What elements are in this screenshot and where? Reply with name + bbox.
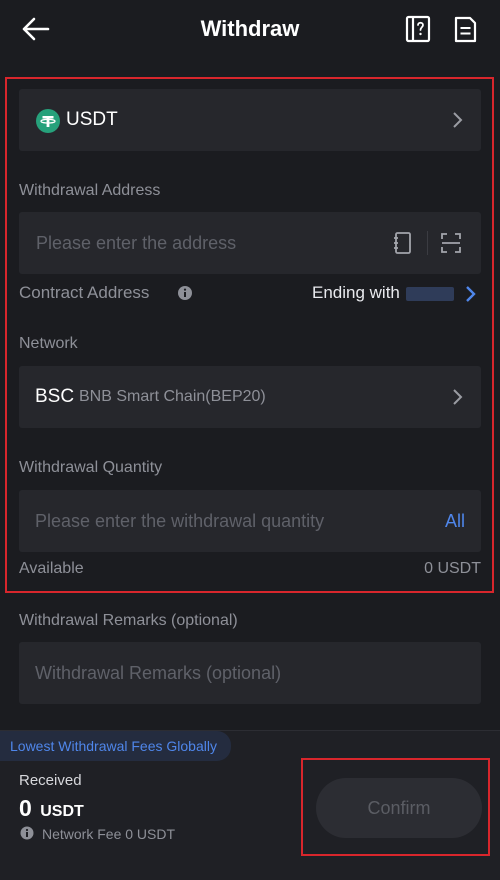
redacted-address <box>406 286 455 301</box>
network-name: BNB Smart Chain(BEP20) <box>79 388 266 405</box>
available-value: 0 USDT <box>424 560 481 577</box>
network-code: BSC <box>35 386 75 407</box>
info-icon[interactable] <box>177 285 193 301</box>
quantity-placeholder: Please enter the withdrawal quantity <box>35 511 325 531</box>
address-label: Withdrawal Address <box>19 182 161 199</box>
highlight-frame: Confirm <box>301 758 490 856</box>
received-unit: USDT <box>40 803 84 820</box>
received-label: Received <box>19 772 82 789</box>
address-placeholder: Please enter the address <box>36 233 237 253</box>
contract-ending-text: Ending with <box>312 283 400 302</box>
quantity-label: Withdrawal Quantity <box>19 459 163 476</box>
remarks-label: Withdrawal Remarks (optional) <box>19 612 238 629</box>
quantity-input[interactable]: Please enter the withdrawal quantity All <box>19 490 481 552</box>
scan-icon[interactable] <box>440 231 462 255</box>
remarks-input[interactable]: Withdrawal Remarks (optional) <box>19 642 481 704</box>
coin-symbol: USDT <box>66 109 118 130</box>
available-label: Available <box>19 560 84 577</box>
address-book-icon[interactable] <box>404 14 432 44</box>
tether-icon <box>36 109 60 133</box>
contract-address-value[interactable]: Ending with <box>312 283 476 303</box>
address-input[interactable]: Please enter the address <box>19 212 481 274</box>
address-book-icon[interactable] <box>393 231 413 255</box>
promo-badge: Lowest Withdrawal Fees Globally <box>0 731 231 761</box>
chevron-right-icon <box>466 286 476 302</box>
chevron-right-icon <box>453 389 463 405</box>
contract-address-label: Contract Address <box>19 283 150 302</box>
confirm-button[interactable]: Confirm <box>316 778 482 838</box>
received-amount: 0 USDT <box>19 795 84 822</box>
chevron-right-icon <box>453 112 463 128</box>
network-label: Network <box>19 335 78 352</box>
header: Withdraw <box>0 0 500 62</box>
received-value: 0 <box>19 795 32 821</box>
all-button[interactable]: All <box>445 511 465 532</box>
coin-selector[interactable]: USDT <box>19 89 481 151</box>
remarks-placeholder: Withdrawal Remarks (optional) <box>35 663 282 683</box>
bottom-bar: Lowest Withdrawal Fees Globally Received… <box>0 730 500 880</box>
info-icon[interactable] <box>20 826 34 840</box>
records-icon[interactable] <box>451 14 479 44</box>
network-selector[interactable]: BSC BNB Smart Chain(BEP20) <box>19 366 481 428</box>
network-fee: Network Fee 0 USDT <box>42 826 176 842</box>
divider <box>427 231 428 255</box>
